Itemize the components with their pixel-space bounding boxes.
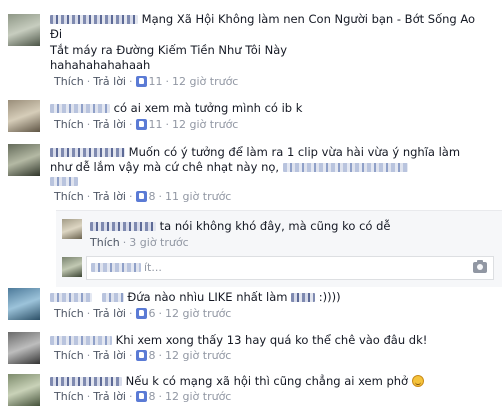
like-thumb-icon[interactable]: [135, 391, 147, 402]
comment-line: ta nói không khó đây, mà cũng ko có dễ: [159, 219, 391, 233]
comment-line: Nếu k có mạng xã hội thì cũng chẳng ai x…: [125, 374, 409, 388]
avatar[interactable]: [62, 219, 82, 239]
like-thumb-icon[interactable]: [135, 191, 147, 202]
like-thumb-icon[interactable]: [135, 119, 147, 130]
comment-line: Đứa nào nhìu LIKE nhất làm: [127, 290, 288, 304]
avatar[interactable]: [8, 332, 40, 364]
reply-link[interactable]: Trả lời: [93, 75, 126, 88]
comment-text: Khi xem xong thấy 13 hay quá ko thể chê …: [50, 333, 427, 348]
avatar: [62, 257, 82, 277]
timestamp[interactable]: 12 giờ trước: [165, 349, 231, 362]
timestamp[interactable]: 12 giờ trước: [172, 118, 238, 131]
like-count[interactable]: 11: [149, 118, 163, 131]
comment-meta: Thích · Trả lời · 11 · 12 giờ trước: [54, 75, 239, 88]
blurred-text: [91, 263, 141, 272]
reply-link[interactable]: Trả lời: [93, 190, 126, 203]
comment-meta: Thích · Trả lời · 11 · 12 giờ trước: [54, 118, 239, 131]
comment-meta: Thích · Trả lời · 6 · 12 giờ trước: [54, 307, 232, 320]
blurred-author-name[interactable]: [50, 377, 122, 386]
like-thumb-icon[interactable]: [135, 350, 147, 361]
comment-text: như dễ lắm vậy mà cứ chê nhạt này nọ,: [50, 160, 408, 175]
like-link[interactable]: Thích: [90, 236, 120, 249]
comment-3: Muốn có ý tưởng để làm ra 1 clip vừa hài…: [0, 140, 502, 210]
like-link[interactable]: Thích: [54, 190, 84, 203]
like-link[interactable]: Thích: [54, 75, 84, 88]
like-count[interactable]: 8: [149, 190, 156, 203]
blurred-text: [50, 177, 78, 186]
comment-7: Nếu k có mạng xã hội thì cũng chẳng ai x…: [0, 370, 502, 406]
blurred-author-name[interactable]: [50, 336, 112, 345]
comment-line: Tắt máy ra Đường Kiếm Tiền Như Tôi Này: [50, 43, 288, 57]
timestamp[interactable]: 12 giờ trước: [165, 390, 231, 403]
reply-link[interactable]: Trả lời: [93, 307, 126, 320]
blurred-author-name[interactable]: [90, 222, 156, 231]
blurred-author-name[interactable]: [50, 148, 125, 157]
like-count[interactable]: 6: [149, 307, 156, 320]
like-count[interactable]: 11: [149, 75, 163, 88]
like-count[interactable]: 8: [149, 349, 156, 362]
comment-meta: Thích · Trả lời · 8 · 12 giờ trước: [54, 390, 232, 403]
like-link[interactable]: Thích: [54, 307, 84, 320]
avatar[interactable]: [8, 144, 40, 176]
comment-line: Khi xem xong thấy 13 hay quá ko thể chê …: [115, 333, 428, 347]
comment-6: Khi xem xong thấy 13 hay quá ko thể chê …: [0, 328, 502, 368]
comment-meta: Thích · Trả lời · 8 · 11 giờ trước: [54, 190, 232, 203]
comment-line: như dễ lắm vậy mà cứ chê nhạt này nọ,: [50, 160, 280, 174]
comment-line: có ai xem mà tưởng mình có ib k: [113, 101, 303, 115]
blurred-author-name[interactable]: [101, 293, 124, 302]
camera-icon[interactable]: [473, 260, 487, 273]
reply-text: ta nói không khó đây, mà cũng ko có dễ: [90, 219, 390, 234]
timestamp[interactable]: 11 giờ trước: [165, 190, 231, 203]
timestamp[interactable]: 12 giờ trước: [165, 307, 231, 320]
reply-input-text: ít...: [144, 261, 162, 274]
comment-1: Mạng Xã Hội Không làm nen Con Người bạn …: [0, 0, 502, 98]
like-count[interactable]: 8: [149, 390, 156, 403]
like-thumb-icon[interactable]: [135, 76, 147, 87]
reply-link[interactable]: Trả lời: [93, 349, 126, 362]
timestamp[interactable]: 3 giờ trước: [129, 236, 188, 249]
like-thumb-icon[interactable]: [135, 308, 147, 319]
comment-text: có ai xem mà tưởng mình có ib k: [50, 101, 302, 116]
reply-thread: ta nói không khó đây, mà cũng ko có dễ T…: [56, 210, 502, 287]
reply-link[interactable]: Trả lời: [93, 118, 126, 131]
comment-text: Nếu k có mạng xã hội thì cũng chẳng ai x…: [50, 374, 424, 389]
comment-5: Đứa nào nhìu LIKE nhất làm :)))) Thích · T…: [0, 286, 502, 326]
blurred-text: [291, 293, 316, 302]
avatar[interactable]: [8, 288, 40, 320]
reply-input[interactable]: ít...: [86, 256, 494, 280]
blurred-author-name[interactable]: [50, 15, 138, 24]
comment-meta: Thích · Trả lời · 8 · 12 giờ trước: [54, 349, 232, 362]
reply-link[interactable]: Trả lời: [93, 390, 126, 403]
comment-line: Đi: [50, 27, 63, 41]
emoji-icon: [411, 375, 424, 387]
avatar[interactable]: [8, 14, 40, 46]
comment-text: Đứa nào nhìu LIKE nhất làm :)))): [50, 290, 341, 305]
comment-line: :)))): [318, 290, 341, 304]
comment-text: Mạng Xã Hội Không làm nen Con Người bạn …: [50, 12, 475, 27]
avatar[interactable]: [8, 100, 40, 132]
comment-text: Muốn có ý tưởng để làm ra 1 clip vừa hài…: [50, 145, 460, 160]
blurred-author-name[interactable]: [50, 293, 92, 302]
reply-meta: Thích · 3 giờ trước: [90, 236, 189, 249]
like-link[interactable]: Thích: [54, 349, 84, 362]
comment-2: có ai xem mà tưởng mình có ib k Thích · Tr…: [0, 98, 502, 140]
comment-line: Muốn có ý tưởng để làm ra 1 clip vừa hài…: [128, 145, 461, 159]
like-link[interactable]: Thích: [54, 118, 84, 131]
comment-line: Mạng Xã Hội Không làm nen Con Người bạn …: [141, 12, 476, 26]
blurred-author-name[interactable]: [50, 104, 110, 113]
comment-line: hahahahahahaah: [50, 58, 151, 72]
like-link[interactable]: Thích: [54, 390, 84, 403]
blurred-text: [282, 163, 408, 172]
avatar[interactable]: [8, 374, 40, 406]
timestamp[interactable]: 12 giờ trước: [172, 75, 238, 88]
comment-text: [50, 174, 78, 189]
